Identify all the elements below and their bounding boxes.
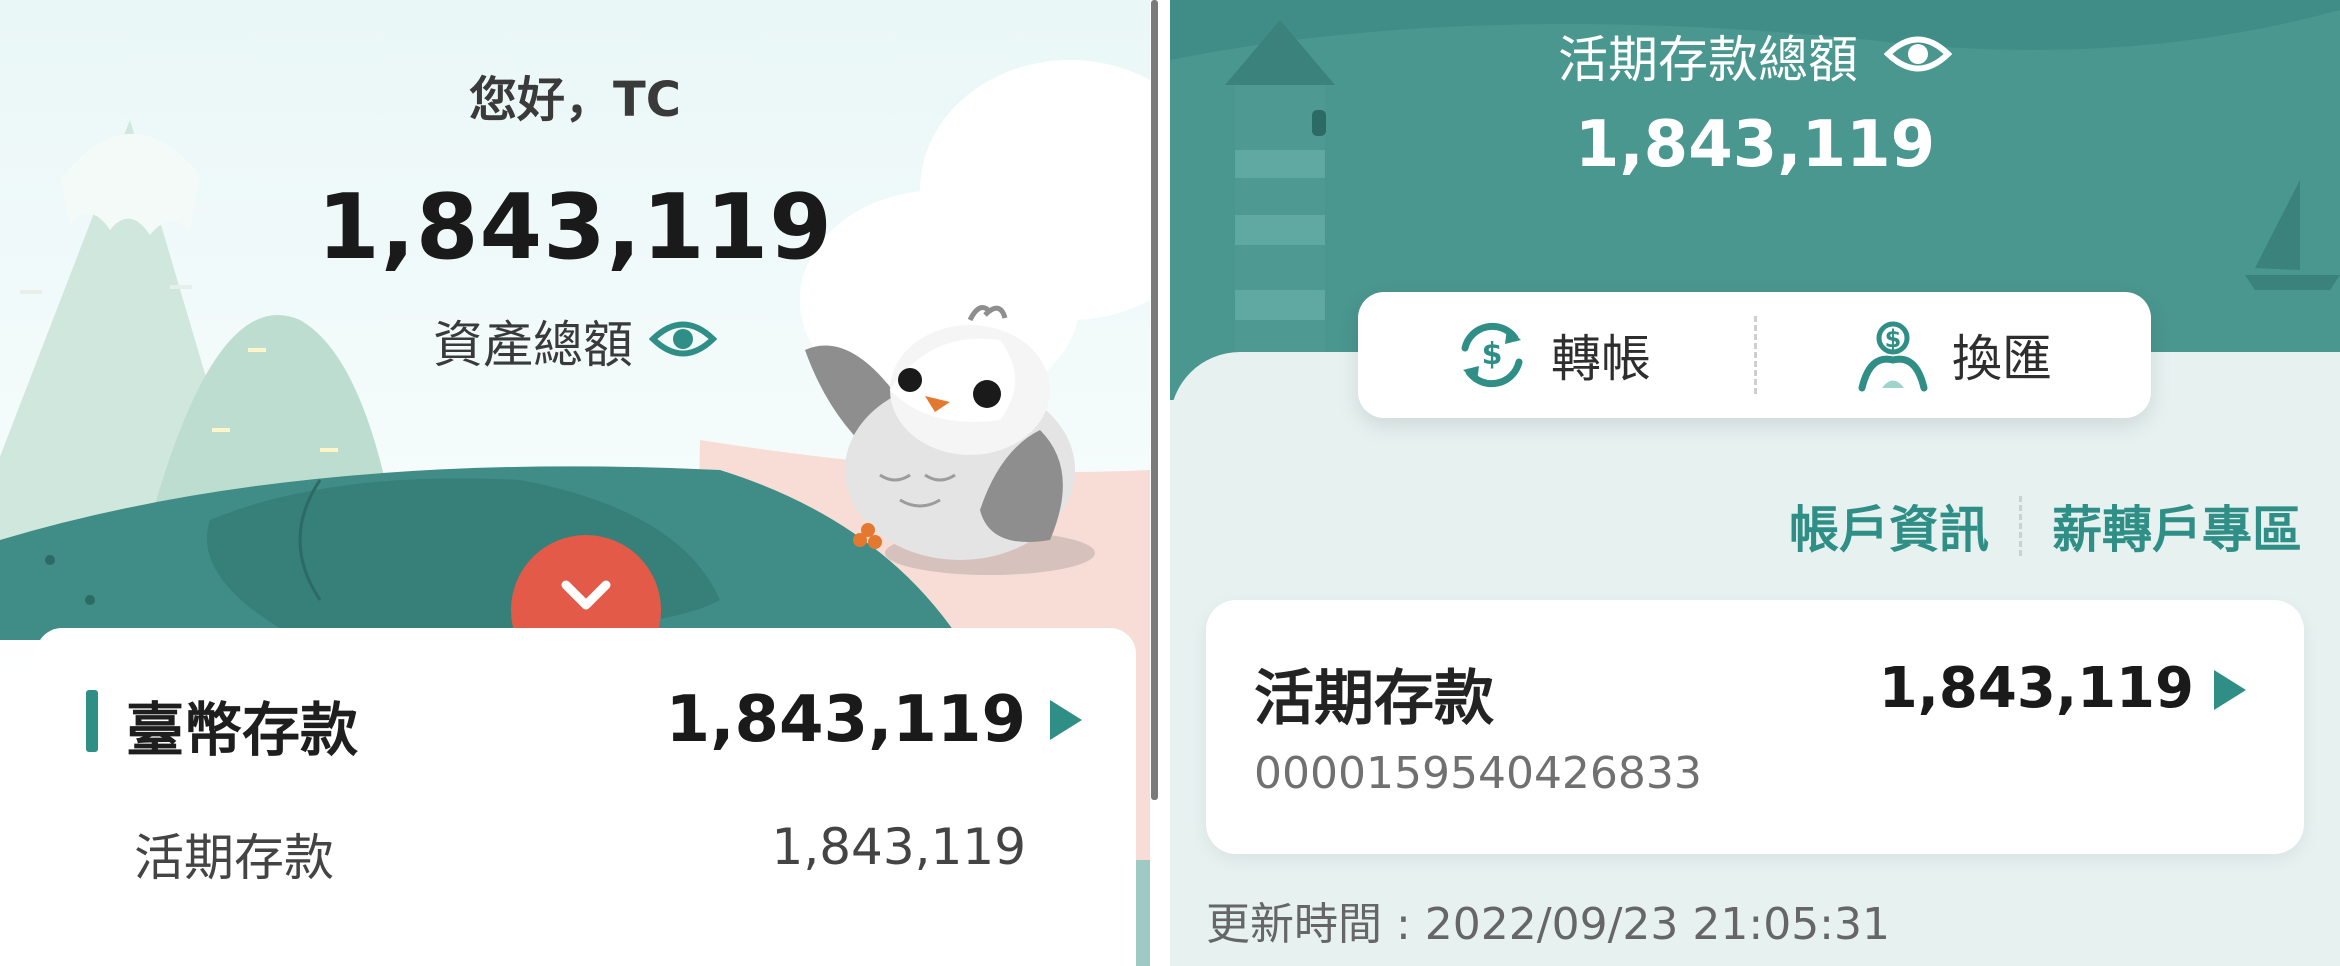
demand-deposit-amount: 1,843,119 <box>771 818 1026 876</box>
transfer-button[interactable]: $ 轉帳 <box>1455 292 1651 418</box>
eye-icon[interactable] <box>648 316 718 366</box>
payroll-account-link[interactable]: 薪轉戶專區 <box>2052 490 2302 562</box>
action-divider <box>1754 316 1757 394</box>
demand-deposit-label: 活期存款 <box>134 829 334 887</box>
exchange-icon: $ <box>1858 321 1928 392</box>
scrollbar[interactable] <box>1151 0 1158 800</box>
header-title: 活期存款總額 <box>1558 31 1858 89</box>
account-amount: 1,843,119 <box>1878 656 2194 721</box>
section-accent-bar <box>86 690 98 752</box>
link-divider <box>2019 496 2022 556</box>
demand-deposit-panel: 活期存款總額 1,843,119 $ 轉帳 $ 換匯 帳戶資訊 薪轉戶專區 活期… <box>1170 0 2340 966</box>
quick-actions: $ 轉帳 $ 換匯 <box>1358 292 2151 418</box>
arrow-right-icon[interactable] <box>1050 700 1082 740</box>
greeting: 您好，TC <box>469 72 681 128</box>
section-title: 臺幣存款 <box>126 696 359 764</box>
exchange-button[interactable]: $ 換匯 <box>1856 292 2052 418</box>
eye-icon[interactable] <box>1883 31 1953 81</box>
total-assets-amount: 1,843,119 <box>317 175 833 280</box>
section-amount: 1,843,119 <box>665 683 1026 757</box>
transfer-icon: $ <box>1461 322 1523 388</box>
account-card[interactable]: 活期存款 1,843,119 0000159540426833 <box>1206 600 2304 854</box>
account-number: 0000159540426833 <box>1254 748 1702 799</box>
twd-deposit-card[interactable]: 臺幣存款 1,843,119 活期存款 1,843,119 <box>36 628 1136 966</box>
account-links: 帳戶資訊 薪轉戶專區 <box>1789 490 2302 562</box>
svg-text:$: $ <box>1482 337 1503 372</box>
account-title: 活期存款 <box>1254 664 1494 734</box>
svg-text:$: $ <box>1885 325 1902 353</box>
arrow-right-icon[interactable] <box>2214 670 2246 710</box>
transfer-label: 轉帳 <box>1551 330 1651 388</box>
asset-overview-panel: 您好，TC 1,843,119 資產總額 臺幣存款 1,843,119 活期存款… <box>0 0 1150 966</box>
total-assets-label: 資產總額 <box>433 316 633 374</box>
total-assets-row: 資產總額 <box>0 305 1150 377</box>
header-total-amount: 1,843,119 <box>1574 108 1936 182</box>
account-info-link[interactable]: 帳戶資訊 <box>1789 490 1989 562</box>
exchange-label: 換匯 <box>1952 330 2052 388</box>
header-title-row: 活期存款總額 <box>1170 20 2340 92</box>
updated-time: 更新時間 : 2022/09/23 21:05:31 <box>1206 899 1890 950</box>
